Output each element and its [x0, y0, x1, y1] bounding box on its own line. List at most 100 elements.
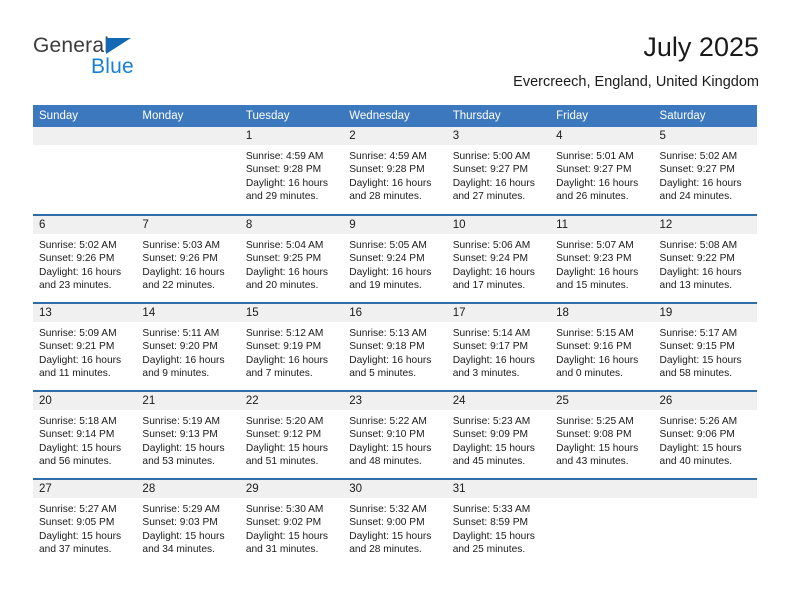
- day-number: 3: [446, 127, 551, 145]
- calendar-day-cell[interactable]: 12 Sunrise: 5:08 AM Sunset: 9:22 PM Dayligh…: [653, 214, 757, 303]
- detail-sunset: Sunset: 9:26 PM: [39, 253, 115, 265]
- calendar-day-cell[interactable]: 4 Sunrise: 5:01 AM Sunset: 9:27 PM Daylight…: [550, 127, 654, 215]
- day-details: Sunrise: 5:00 AM Sunset: 9:27 PM Daylight:…: [447, 145, 550, 204]
- calendar-day-cell[interactable]: 7 Sunrise: 5:03 AM Sunset: 9:26 PM Daylight…: [136, 214, 240, 303]
- detail-sunset: Sunset: 9:12 PM: [245, 429, 322, 441]
- detail-daylight-line1: Daylight: 15 hours: [556, 442, 639, 454]
- detail-daylight-line2: and 3 minutes.: [452, 368, 520, 380]
- calendar-day-cell[interactable]: 28 Sunrise: 5:29 AM Sunset: 9:03 PM Dayligh…: [136, 478, 240, 567]
- calendar-day-cell[interactable]: 24 Sunrise: 5:23 AM Sunset: 9:09 PM Dayligh…: [446, 390, 551, 479]
- calendar-day-cell[interactable]: 30 Sunrise: 5:32 AM Sunset: 9:00 PM Dayligh…: [343, 478, 447, 567]
- detail-sunset: Sunset: 9:03 PM: [142, 517, 218, 529]
- detail-daylight-line2: and 58 minutes.: [659, 368, 733, 380]
- detail-sunrise: Sunrise: 4:59 AM: [349, 151, 427, 162]
- detail-sunrise: Sunrise: 5:14 AM: [452, 328, 531, 339]
- day-number: 18: [550, 304, 654, 322]
- day-number: 28: [136, 480, 240, 498]
- detail-daylight-line2: and 48 minutes.: [349, 456, 422, 468]
- detail-sunrise: Sunrise: 5:23 AM: [452, 416, 531, 427]
- calendar-week-row: 27 Sunrise: 5:27 AM Sunset: 9:05 PM Dayligh…: [33, 478, 757, 567]
- detail-daylight-line1: Daylight: 16 hours: [556, 177, 639, 189]
- weekday-header-tuesday: Tuesday: [239, 105, 344, 127]
- day-details: Sunrise: 5:15 AM Sunset: 9:16 PM Daylight:…: [550, 322, 653, 381]
- day-number: 30: [343, 480, 447, 498]
- calendar-day-cell[interactable]: 23 Sunrise: 5:22 AM Sunset: 9:10 PM Dayligh…: [343, 390, 447, 479]
- calendar-page: General Blue July 2025 Evercreech, Engla…: [0, 0, 792, 612]
- calendar-day-cell[interactable]: 20 Sunrise: 5:18 AM Sunset: 9:14 PM Dayligh…: [33, 390, 137, 479]
- detail-daylight-line2: and 23 minutes.: [39, 280, 112, 292]
- calendar-day-cell[interactable]: 21 Sunrise: 5:19 AM Sunset: 9:13 PM Dayligh…: [136, 390, 240, 479]
- calendar-day-cell[interactable]: 26 Sunrise: 5:26 AM Sunset: 9:06 PM Dayligh…: [653, 390, 757, 479]
- day-number: 14: [136, 304, 240, 322]
- day-number: 9: [343, 216, 447, 234]
- day-number: 19: [653, 304, 757, 322]
- day-details: Sunrise: 5:09 AM Sunset: 9:21 PM Daylight:…: [33, 322, 136, 381]
- detail-sunrise: Sunrise: 5:17 AM: [659, 328, 738, 339]
- calendar-day-cell[interactable]: 5 Sunrise: 5:02 AM Sunset: 9:27 PM Daylight…: [653, 127, 757, 215]
- detail-sunset: Sunset: 9:10 PM: [349, 429, 425, 441]
- detail-sunset: Sunset: 9:14 PM: [39, 429, 115, 441]
- day-number: 5: [653, 127, 757, 145]
- day-details: Sunrise: 5:12 AM Sunset: 9:19 PM Daylight:…: [240, 322, 343, 381]
- calendar-day-cell[interactable]: 10 Sunrise: 5:06 AM Sunset: 9:24 PM Dayligh…: [446, 214, 551, 303]
- calendar-empty-cell: [33, 127, 137, 215]
- detail-daylight-line2: and 24 minutes.: [659, 191, 733, 203]
- calendar-empty-cell: [136, 127, 240, 215]
- detail-daylight-line1: Daylight: 16 hours: [349, 266, 432, 278]
- weekday-header-monday: Monday: [136, 105, 240, 127]
- calendar-day-cell[interactable]: 6 Sunrise: 5:02 AM Sunset: 9:26 PM Daylight…: [33, 214, 137, 303]
- calendar-day-cell[interactable]: 14 Sunrise: 5:11 AM Sunset: 9:20 PM Dayligh…: [136, 302, 240, 391]
- calendar-day-cell[interactable]: 25 Sunrise: 5:25 AM Sunset: 9:08 PM Dayligh…: [550, 390, 654, 479]
- detail-sunrise: Sunrise: 5:11 AM: [142, 328, 220, 339]
- detail-sunrise: Sunrise: 5:09 AM: [39, 328, 117, 339]
- detail-daylight-line2: and 45 minutes.: [452, 456, 526, 468]
- detail-sunset: Sunset: 9:19 PM: [245, 341, 322, 353]
- detail-daylight-line2: and 31 minutes.: [245, 544, 319, 556]
- calendar-day-cell[interactable]: 8 Sunrise: 5:04 AM Sunset: 9:25 PM Daylight…: [239, 214, 344, 303]
- calendar-day-cell[interactable]: 29 Sunrise: 5:30 AM Sunset: 9:02 PM Dayligh…: [239, 478, 344, 567]
- detail-sunset: Sunset: 9:02 PM: [245, 517, 322, 529]
- day-number: 31: [446, 480, 551, 498]
- calendar-day-cell[interactable]: 31 Sunrise: 5:33 AM Sunset: 8:59 PM Dayligh…: [446, 478, 551, 567]
- calendar-day-cell[interactable]: 13 Sunrise: 5:09 AM Sunset: 9:21 PM Dayligh…: [33, 302, 137, 391]
- day-details: Sunrise: 5:11 AM Sunset: 9:20 PM Daylight:…: [136, 322, 239, 381]
- day-number: 24: [446, 392, 551, 410]
- detail-daylight-line1: Daylight: 15 hours: [39, 442, 122, 454]
- triangle-icon: [106, 38, 131, 54]
- detail-sunrise: Sunrise: 5:32 AM: [349, 504, 427, 515]
- detail-daylight-line1: Daylight: 15 hours: [659, 354, 742, 366]
- calendar-day-cell[interactable]: 16 Sunrise: 5:13 AM Sunset: 9:18 PM Dayligh…: [343, 302, 447, 391]
- calendar-day-cell[interactable]: 9 Sunrise: 5:05 AM Sunset: 9:24 PM Daylight…: [343, 214, 447, 303]
- calendar-empty-cell: [653, 478, 757, 567]
- detail-daylight-line2: and 25 minutes.: [452, 544, 526, 556]
- detail-sunset: Sunset: 9:27 PM: [556, 164, 632, 176]
- calendar-empty-cell: [550, 478, 654, 567]
- day-details: Sunrise: 5:02 AM Sunset: 9:27 PM Daylight:…: [654, 145, 757, 204]
- detail-sunset: Sunset: 9:15 PM: [659, 341, 735, 353]
- calendar-day-cell[interactable]: 15 Sunrise: 5:12 AM Sunset: 9:19 PM Dayligh…: [239, 302, 344, 391]
- detail-daylight-line1: Daylight: 16 hours: [349, 177, 432, 189]
- calendar-week-row: 6 Sunrise: 5:02 AM Sunset: 9:26 PM Daylight…: [33, 214, 757, 303]
- day-number: [653, 480, 757, 498]
- detail-daylight-line1: Daylight: 16 hours: [39, 354, 122, 366]
- calendar-day-cell[interactable]: 18 Sunrise: 5:15 AM Sunset: 9:16 PM Dayligh…: [550, 302, 654, 391]
- title-block: July 2025 Evercreech, England, United Ki…: [513, 30, 759, 92]
- calendar-day-cell[interactable]: 3 Sunrise: 5:00 AM Sunset: 9:27 PM Daylight…: [446, 127, 551, 215]
- brand-logo[interactable]: General Blue: [33, 34, 233, 92]
- day-number: 25: [550, 392, 654, 410]
- detail-daylight-line1: Daylight: 16 hours: [452, 266, 535, 278]
- calendar-day-cell[interactable]: 27 Sunrise: 5:27 AM Sunset: 9:05 PM Dayligh…: [33, 478, 137, 567]
- calendar-day-cell[interactable]: 17 Sunrise: 5:14 AM Sunset: 9:17 PM Dayligh…: [446, 302, 551, 391]
- day-number: 27: [33, 480, 137, 498]
- day-details: Sunrise: 5:05 AM Sunset: 9:24 PM Daylight:…: [343, 234, 446, 293]
- calendar-day-cell[interactable]: 11 Sunrise: 5:07 AM Sunset: 9:23 PM Dayligh…: [550, 214, 654, 303]
- calendar-week-row: 20 Sunrise: 5:18 AM Sunset: 9:14 PM Dayligh…: [33, 390, 757, 479]
- calendar-day-cell[interactable]: 19 Sunrise: 5:17 AM Sunset: 9:15 PM Dayligh…: [653, 302, 757, 391]
- calendar-week-row: 13 Sunrise: 5:09 AM Sunset: 9:21 PM Dayligh…: [33, 302, 757, 391]
- calendar-day-cell[interactable]: 2 Sunrise: 4:59 AM Sunset: 9:28 PM Daylight…: [343, 127, 447, 215]
- calendar-day-cell[interactable]: 22 Sunrise: 5:20 AM Sunset: 9:12 PM Dayligh…: [239, 390, 344, 479]
- calendar-day-cell[interactable]: 1 Sunrise: 4:59 AM Sunset: 9:28 PM Daylight…: [239, 127, 344, 215]
- day-number: 13: [33, 304, 137, 322]
- detail-daylight-line1: Daylight: 15 hours: [142, 442, 225, 454]
- detail-daylight-line1: Daylight: 15 hours: [452, 442, 535, 454]
